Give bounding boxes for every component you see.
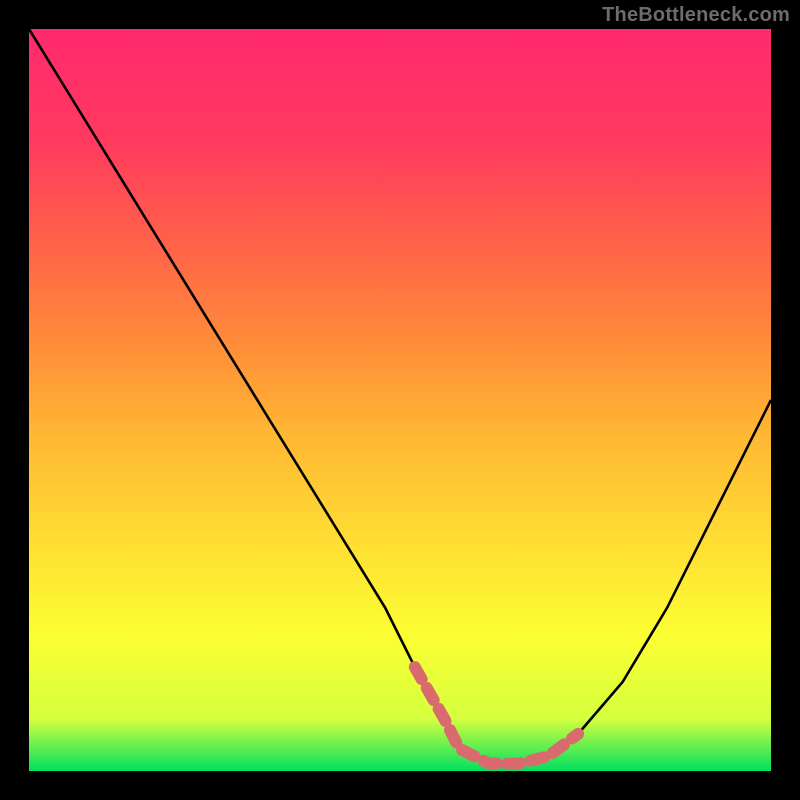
chart-svg	[29, 29, 771, 771]
attribution-label: TheBottleneck.com	[602, 4, 790, 27]
chart-plot-area	[29, 29, 771, 771]
bottleneck-minimum-highlight	[415, 667, 578, 764]
bottleneck-curve-path	[29, 29, 771, 764]
chart-frame: TheBottleneck.com	[0, 0, 800, 800]
